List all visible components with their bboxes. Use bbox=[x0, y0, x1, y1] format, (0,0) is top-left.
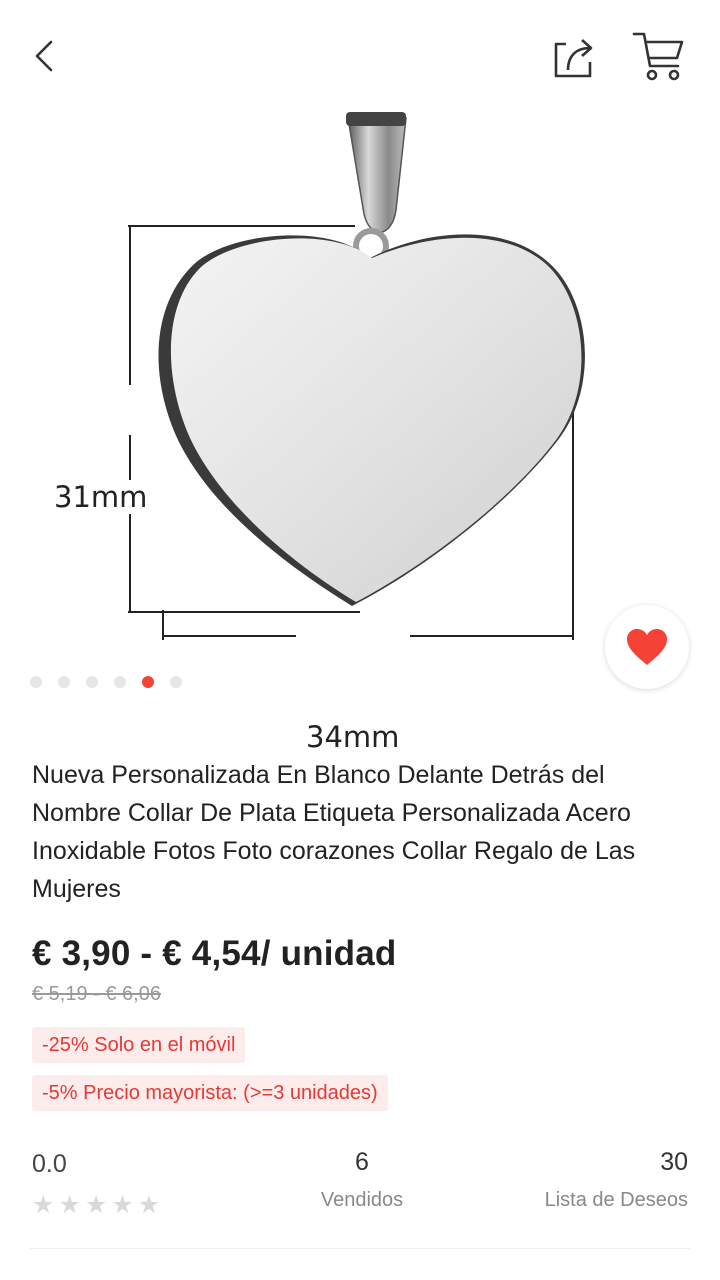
pagination-dot[interactable] bbox=[30, 676, 42, 688]
cart-icon bbox=[632, 32, 684, 81]
star-icon: ★ bbox=[32, 1191, 55, 1219]
cart-button[interactable] bbox=[628, 26, 688, 86]
pagination-dot[interactable] bbox=[86, 676, 98, 688]
original-price: € 5,19 - € 6,06 bbox=[32, 983, 161, 1005]
rating-value: 0.0 bbox=[32, 1150, 67, 1178]
sold-stat: 6 Vendidos bbox=[302, 1148, 422, 1212]
wishlist-label: Lista de Deseos bbox=[544, 1189, 688, 1211]
chevron-left-icon bbox=[35, 40, 53, 72]
pagination-dot[interactable] bbox=[170, 676, 182, 688]
favorite-button[interactable] bbox=[605, 605, 689, 689]
product-price: € 3,90 - € 4,54/ unidad bbox=[32, 934, 397, 973]
share-button[interactable] bbox=[546, 30, 600, 84]
gallery-pagination bbox=[30, 676, 182, 688]
sold-label: Vendidos bbox=[320, 1189, 404, 1211]
promo-badge-mobile: -25% Solo en el móvil bbox=[32, 1027, 246, 1063]
star-icon: ★ bbox=[111, 1191, 134, 1219]
product-stats: 0.0 ★ ★ ★ ★ ★ 6 Vendidos 30 Lista de Des… bbox=[32, 1148, 688, 1228]
height-dimension-label: 31mm bbox=[54, 480, 148, 514]
star-icon: ★ bbox=[58, 1191, 81, 1219]
width-dimension-label: 34mm bbox=[300, 720, 406, 754]
rating-stars[interactable]: ★ ★ ★ ★ ★ bbox=[32, 1192, 160, 1218]
pagination-dot[interactable] bbox=[58, 676, 70, 688]
share-icon bbox=[554, 39, 593, 78]
star-icon: ★ bbox=[84, 1191, 108, 1219]
sold-count: 6 bbox=[355, 1148, 369, 1176]
promo-badge-wholesale: -5% Precio mayorista: (>=3 unidades) bbox=[32, 1075, 388, 1111]
wishlist-stat[interactable]: 30 Lista de Deseos bbox=[545, 1148, 688, 1212]
heart-pendant-image bbox=[128, 112, 585, 640]
product-image[interactable]: 31mm 34mm bbox=[0, 100, 720, 754]
divider bbox=[30, 1248, 690, 1249]
pagination-dot-active[interactable] bbox=[142, 676, 154, 688]
top-bar bbox=[0, 0, 720, 100]
back-button[interactable] bbox=[22, 34, 66, 78]
star-icon: ★ bbox=[137, 1191, 161, 1219]
product-title: Nueva Personalizada En Blanco Delante De… bbox=[32, 761, 636, 903]
wishlist-count: 30 bbox=[660, 1148, 688, 1176]
heart-icon bbox=[627, 629, 667, 665]
pagination-dot[interactable] bbox=[114, 676, 126, 688]
